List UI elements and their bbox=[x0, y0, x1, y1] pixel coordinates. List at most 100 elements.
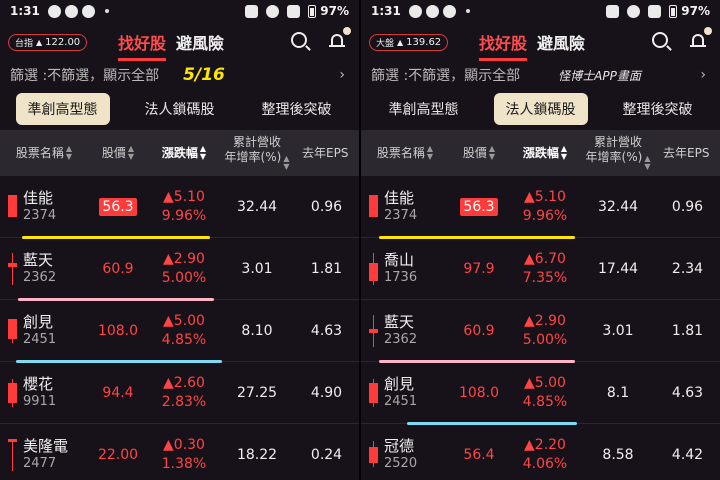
strategy-tab-3[interactable]: 整理後突破 bbox=[250, 93, 344, 125]
strategy-tab-1[interactable]: 準創高型態 bbox=[377, 93, 471, 125]
stock-price: 56.3 bbox=[449, 197, 509, 216]
table-row[interactable]: 櫻花 9911 94.4 ▲2.60 2.83% 27.25 4.90 bbox=[0, 362, 359, 424]
tab-avoid-risk[interactable]: 避風險 bbox=[176, 30, 224, 61]
search-icon[interactable] bbox=[652, 32, 668, 48]
col-eps[interactable]: 去年EPS bbox=[655, 146, 720, 161]
chevron-right-icon[interactable]: › bbox=[700, 67, 706, 83]
stock-name: 冠德 bbox=[384, 436, 415, 455]
panel-divider bbox=[359, 0, 361, 480]
table-row[interactable]: 創見 2451 108.0 ▲5.00 4.85% 8.1 4.63 bbox=[361, 362, 720, 425]
index-label: 台指 bbox=[15, 38, 34, 49]
filter-bar[interactable]: 篩選 :不篩選，顯示全部 5/16 › bbox=[0, 62, 359, 88]
stock-code: 1736 bbox=[384, 269, 418, 285]
sort-icon: ▲ ▼ bbox=[426, 144, 434, 161]
screen-panel-1: 1:31 97% 台指 ▲ 122.00 找好股 避風險 篩選 :不篩選，顯示全… bbox=[0, 0, 359, 480]
stock-name: 創見 bbox=[384, 374, 415, 393]
index-badge[interactable]: 大盤 ▲ 139.62 bbox=[369, 33, 449, 51]
col-stock-name[interactable]: 股票名稱 ▲ ▼ bbox=[0, 145, 88, 161]
col-eps[interactable]: 去年EPS bbox=[294, 146, 359, 161]
tab-avoid-risk[interactable]: 避風險 bbox=[537, 30, 585, 61]
sort-icon: ▲ ▼ bbox=[65, 144, 73, 161]
index-badge[interactable]: 台指 ▲ 122.00 bbox=[8, 33, 88, 51]
stock-code: 2362 bbox=[23, 269, 57, 285]
stock-price: 108.0 bbox=[458, 384, 500, 401]
col-change[interactable]: 漲跌幅 ▲ ▼ bbox=[509, 145, 581, 161]
tab-find-good-stocks[interactable]: 找好股 bbox=[479, 30, 528, 61]
table-row[interactable]: 美隆電 2477 22.00 ▲0.30 1.38% 18.22 0.24 bbox=[0, 424, 359, 480]
stock-change: ▲5.10 9.96% bbox=[161, 188, 207, 224]
col-revenue-growth[interactable]: 累計營收 年增率(%) ▲ ▼ bbox=[220, 135, 294, 171]
col-stock-name[interactable]: 股票名稱 ▲ ▼ bbox=[361, 145, 449, 161]
col-price[interactable]: 股價 ▲ ▼ bbox=[88, 145, 148, 161]
stock-price: 97.9 bbox=[463, 260, 495, 277]
strategy-tab-3[interactable]: 整理後突破 bbox=[611, 93, 705, 125]
table-row[interactable]: 喬山 1736 97.9 ▲6.70 7.35% 17.44 2.34 bbox=[361, 238, 720, 300]
revenue-growth: 3.01 bbox=[241, 260, 273, 277]
strategy-tab-2[interactable]: 法人鎖碼股 bbox=[493, 93, 588, 125]
candlestick-icon bbox=[369, 252, 378, 285]
up-triangle-icon: ▲ bbox=[524, 312, 535, 329]
index-value: 122.00 bbox=[45, 36, 81, 48]
bell-icon[interactable] bbox=[690, 27, 712, 48]
col-change[interactable]: 漲跌幅 ▲ ▼ bbox=[148, 145, 220, 161]
wifi-icon bbox=[266, 4, 280, 18]
stock-change-pct: 9.96% bbox=[161, 207, 207, 224]
signal-icon bbox=[287, 4, 301, 18]
table-row[interactable]: 藍天 2362 60.9 ▲2.90 5.00% 3.01 1.81 bbox=[0, 238, 359, 301]
table-row[interactable]: 冠德 2520 56.4 ▲2.20 4.06% 8.58 4.42 bbox=[361, 424, 720, 480]
battery-level: 97% bbox=[320, 4, 349, 18]
stock-change-pct: 1.38% bbox=[161, 455, 207, 472]
col-revenue-growth[interactable]: 累計營收 年增率(%) ▲ ▼ bbox=[581, 135, 655, 171]
bell-icon[interactable] bbox=[329, 27, 351, 48]
signal-icon bbox=[648, 4, 662, 18]
candlestick-icon bbox=[8, 438, 17, 471]
facebook-icon bbox=[442, 4, 456, 18]
stock-code: 2362 bbox=[384, 331, 418, 347]
tab-find-good-stocks[interactable]: 找好股 bbox=[118, 30, 167, 61]
table-row[interactable]: 藍天 2362 60.9 ▲2.90 5.00% 3.01 1.81 bbox=[361, 300, 720, 363]
last-year-eps: 4.63 bbox=[671, 384, 704, 401]
sort-desc-icon: ▲ ▼ bbox=[199, 144, 207, 161]
table-row[interactable]: 佳能 2374 56.3 ▲5.10 9.96% 32.44 0.96 bbox=[0, 176, 359, 239]
stock-change-pct: 7.35% bbox=[522, 269, 568, 286]
up-triangle-icon: ▲ bbox=[163, 312, 174, 329]
last-year-eps: 1.81 bbox=[671, 322, 704, 339]
chevron-right-icon[interactable]: › bbox=[339, 67, 345, 83]
stock-change-pct: 4.06% bbox=[522, 455, 568, 472]
strategy-tab-2[interactable]: 法人鎖碼股 bbox=[133, 93, 227, 125]
stock-change: ▲5.10 9.96% bbox=[522, 188, 568, 224]
stock-change: ▲2.60 2.83% bbox=[161, 374, 207, 410]
notification-dot-icon bbox=[104, 9, 109, 13]
last-year-eps: 2.34 bbox=[671, 260, 704, 277]
stock-name-cell: 美隆電 2477 bbox=[0, 437, 88, 473]
stock-change: ▲2.90 5.00% bbox=[161, 250, 207, 286]
stock-change-pct: 4.85% bbox=[522, 393, 568, 410]
last-year-eps: 1.81 bbox=[310, 260, 343, 277]
message-icon bbox=[408, 4, 422, 18]
top-tabs: 找好股 避風險 bbox=[118, 30, 224, 61]
stock-change-pct: 9.96% bbox=[522, 207, 568, 224]
stock-name-cell: 冠德 2520 bbox=[361, 437, 449, 473]
stock-price: 60.9 bbox=[463, 322, 495, 339]
search-icon[interactable] bbox=[291, 32, 307, 48]
watermark-text: 怪博士APP畫面 bbox=[558, 68, 641, 83]
notification-dot-icon bbox=[465, 9, 470, 13]
stock-name: 喬山 bbox=[384, 250, 415, 269]
candlestick-icon bbox=[8, 252, 17, 285]
filter-bar[interactable]: 篩選 :不篩選，顯示全部 怪博士APP畫面 › bbox=[361, 62, 720, 88]
strategy-tab-1[interactable]: 準創高型態 bbox=[15, 93, 110, 125]
nfc-icon bbox=[245, 4, 259, 18]
message-icon bbox=[47, 4, 61, 18]
battery-icon bbox=[669, 4, 678, 18]
last-year-eps: 4.63 bbox=[310, 322, 343, 339]
stock-name: 佳能 bbox=[23, 188, 54, 207]
stock-price: 56.4 bbox=[463, 446, 495, 463]
candlestick-icon bbox=[369, 377, 378, 409]
stock-code: 2451 bbox=[384, 393, 418, 409]
table-row[interactable]: 創見 2451 108.0 ▲5.00 4.85% 8.10 4.63 bbox=[0, 300, 359, 363]
col-price[interactable]: 股價 ▲ ▼ bbox=[449, 145, 509, 161]
app-header: 大盤 ▲ 139.62 找好股 避風險 bbox=[361, 22, 720, 62]
candlestick-icon bbox=[8, 191, 17, 223]
table-row[interactable]: 佳能 2374 56.3 ▲5.10 9.96% 32.44 0.96 bbox=[361, 176, 720, 239]
up-triangle-icon: ▲ bbox=[163, 436, 174, 453]
